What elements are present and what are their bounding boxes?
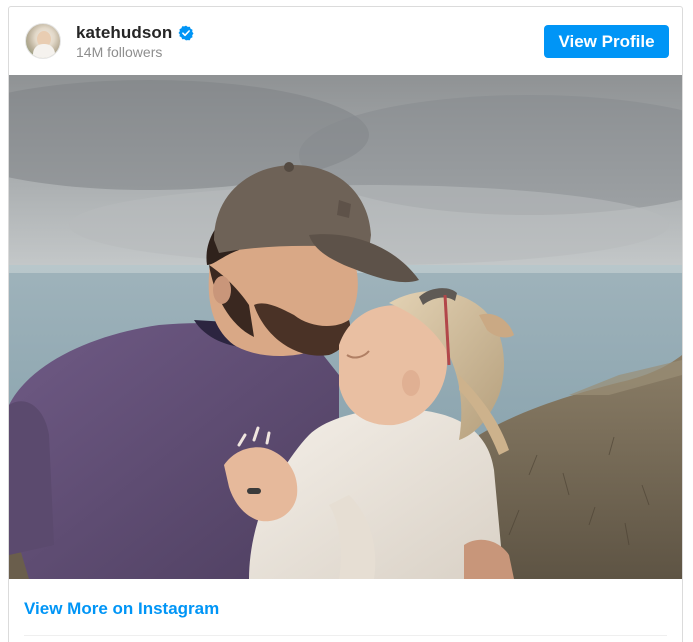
verified-badge-icon [178, 25, 194, 41]
username[interactable]: katehudson [76, 23, 172, 43]
follower-count: 14M followers [76, 44, 163, 60]
instagram-embed-card: katehudson 14M followers View Profile Vi… [8, 6, 683, 642]
view-more-link[interactable]: View More on Instagram [24, 599, 219, 619]
profile-avatar[interactable] [25, 23, 61, 59]
post-photo[interactable] [9, 75, 682, 579]
post-footer: View More on Instagram [9, 579, 682, 639]
view-profile-button[interactable]: View Profile [544, 25, 669, 58]
footer-divider [24, 635, 667, 636]
avatar-body [33, 44, 55, 58]
post-header: katehudson 14M followers View Profile [9, 7, 682, 75]
username-row: katehudson [76, 23, 194, 43]
